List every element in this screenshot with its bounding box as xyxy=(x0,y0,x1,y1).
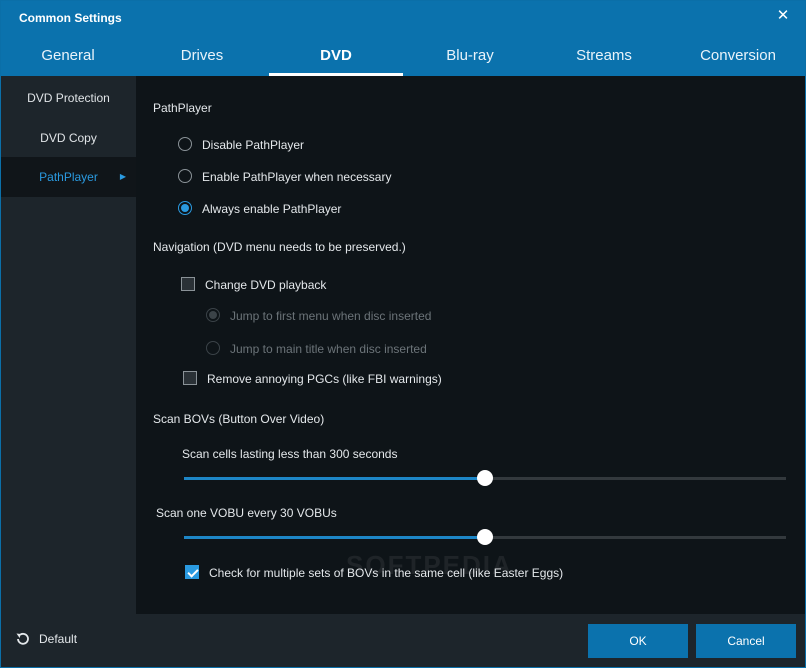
chevron-right-icon: ▶ xyxy=(119,172,126,181)
reset-icon xyxy=(16,632,29,645)
sidebar-item-dvd-protection[interactable]: DVD Protection xyxy=(1,78,136,118)
slider-fill xyxy=(184,536,485,539)
radio-jump-main-title-label[interactable]: Jump to main title when disc inserted xyxy=(230,342,427,356)
title-bar: Common Settings ✕ General Drives DVD Blu… xyxy=(1,1,805,76)
navigation-heading: Navigation (DVD menu needs to be preserv… xyxy=(153,240,406,254)
checkbox-multiple-bov-sets[interactable] xyxy=(185,565,199,579)
radio-jump-first-menu-label[interactable]: Jump to first menu when disc inserted xyxy=(230,309,431,323)
scan-cells-slider[interactable] xyxy=(184,470,786,486)
scan-cells-label: Scan cells lasting less than 300 seconds xyxy=(182,447,398,461)
checkbox-change-dvd-playback[interactable] xyxy=(181,277,195,291)
slider-thumb[interactable] xyxy=(477,529,493,545)
radio-always-enable[interactable] xyxy=(178,201,192,215)
tab-streams[interactable]: Streams xyxy=(537,39,671,76)
checkbox-multiple-bov-sets-label[interactable]: Check for multiple sets of BOVs in the s… xyxy=(209,566,563,580)
sidebar-item-label: PathPlayer xyxy=(39,170,98,184)
sidebar-item-dvd-copy[interactable]: DVD Copy xyxy=(1,118,136,158)
radio-enable-when-necessary[interactable] xyxy=(178,169,192,183)
checkbox-remove-pgcs-label[interactable]: Remove annoying PGCs (like FBI warnings) xyxy=(207,372,442,386)
radio-jump-first-menu[interactable] xyxy=(206,308,220,322)
checkbox-change-dvd-playback-label[interactable]: Change DVD playback xyxy=(205,278,326,292)
tab-drives[interactable]: Drives xyxy=(135,39,269,76)
tab-dvd[interactable]: DVD xyxy=(269,39,403,76)
tab-conversion[interactable]: Conversion xyxy=(671,39,805,76)
default-button-label: Default xyxy=(39,632,78,646)
settings-window: Common Settings ✕ General Drives DVD Blu… xyxy=(0,0,806,668)
sidebar-item-pathplayer[interactable]: PathPlayer ▶ xyxy=(1,157,136,197)
close-icon[interactable]: ✕ xyxy=(775,8,791,24)
slider-thumb[interactable] xyxy=(477,470,493,486)
settings-panel: PathPlayer Disable PathPlayer Enable Pat… xyxy=(136,76,805,614)
tab-general[interactable]: General xyxy=(1,39,135,76)
tab-bluray[interactable]: Blu-ray xyxy=(403,39,537,76)
checkbox-remove-pgcs[interactable] xyxy=(183,371,197,385)
radio-disable-pathplayer[interactable] xyxy=(178,137,192,151)
tab-bar: General Drives DVD Blu-ray Streams Conve… xyxy=(1,39,805,76)
slider-fill xyxy=(184,477,485,480)
default-button[interactable]: Default xyxy=(15,631,77,647)
ok-button[interactable]: OK xyxy=(588,624,688,658)
scan-vobu-slider[interactable] xyxy=(184,529,786,545)
radio-always-enable-label[interactable]: Always enable PathPlayer xyxy=(202,202,341,216)
pathplayer-heading: PathPlayer xyxy=(153,101,212,115)
radio-enable-when-necessary-label[interactable]: Enable PathPlayer when necessary xyxy=(202,170,391,184)
scan-vobu-label: Scan one VOBU every 30 VOBUs xyxy=(156,506,337,520)
window-title: Common Settings xyxy=(19,11,122,25)
sidebar: DVD Protection DVD Copy PathPlayer ▶ xyxy=(1,76,136,614)
scan-bovs-heading: Scan BOVs (Button Over Video) xyxy=(153,412,325,426)
radio-disable-pathplayer-label[interactable]: Disable PathPlayer xyxy=(202,138,304,152)
cancel-button[interactable]: Cancel xyxy=(696,624,796,658)
footer-bar: Default OK Cancel xyxy=(1,614,805,667)
radio-jump-main-title[interactable] xyxy=(206,341,220,355)
